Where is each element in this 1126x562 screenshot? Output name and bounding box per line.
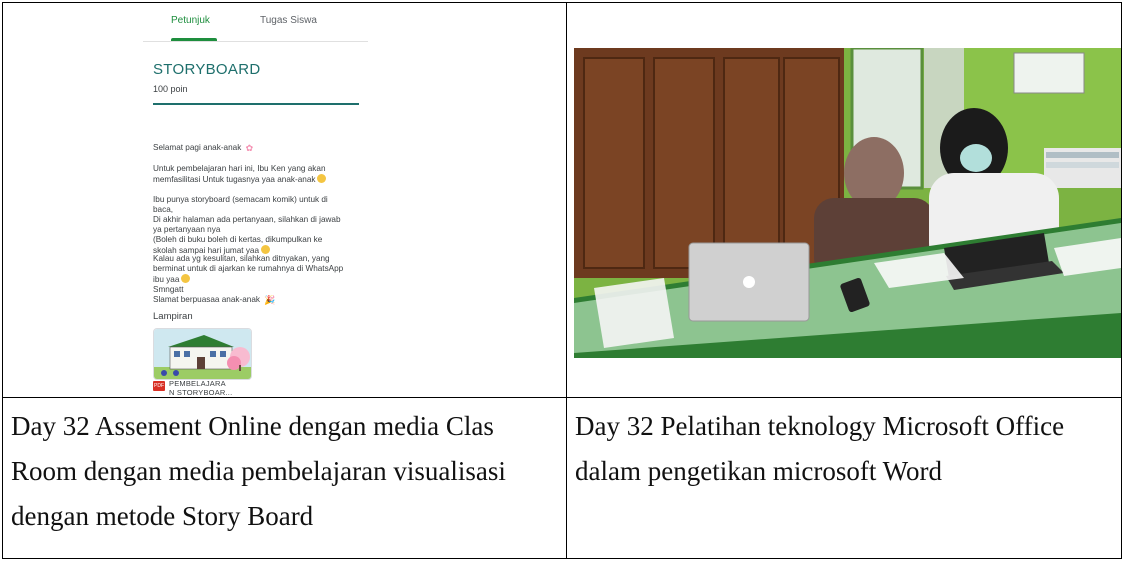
flower-icon: ✿ [245,143,254,153]
instruction-para-2: Ibu punya storyboard (semacam komik) unt… [153,195,368,256]
attachments-heading: Lampiran [153,311,193,322]
instruction-para-3: Kalau ada yg kesulitan, silahkan ditnyak… [153,254,368,285]
attachment-filename: PEMBELAJARA N STORYBOAR... [169,379,233,397]
party-popper-icon: 🎉 [264,295,276,305]
caption-right: Day 32 Pelatihan teknology Microsoft Off… [566,397,1122,559]
storyboard-thumbnail-image [154,329,251,379]
greeting-text: Selamat pagi anak-anak [153,143,242,152]
tab-tugas-siswa[interactable]: Tugas Siswa [260,15,317,26]
training-photo-container [567,3,1121,395]
left-image-cell: Petunjuk Tugas Siswa STORYBOARD 100 poin… [2,2,567,398]
classroom-screenshot: Petunjuk Tugas Siswa STORYBOARD 100 poin… [3,3,566,397]
instruction-para-1: Untuk pembelajaran hari ini, Ibu Ken yan… [153,164,368,185]
smile-icon [261,245,271,254]
training-photo [574,48,1121,358]
smile-icon [181,274,191,283]
document-table: Petunjuk Tugas Siswa STORYBOARD 100 poin… [2,2,1122,559]
para2-text: Ibu punya storyboard (semacam komik) unt… [153,195,341,255]
tab-bar: Petunjuk Tugas Siswa [143,9,368,42]
assignment-points: 100 poin [153,84,188,94]
active-tab-indicator [171,38,217,41]
right-image-cell [566,2,1122,398]
para4-text: Smngatt Slamat berpuasaa anak-anak [153,285,260,304]
instruction-para-4: Smngatt Slamat berpuasaa anak-anak 🎉 [153,285,368,305]
caption-left: Day 32 Assement Online dengan media Clas… [2,397,567,559]
assignment-title: STORYBOARD [153,61,261,78]
tab-petunjuk[interactable]: Petunjuk [171,15,210,26]
greeting-line: Selamat pagi anak-anak ✿ [153,143,368,153]
attachment-thumbnail[interactable] [153,328,252,380]
title-divider [153,103,359,105]
smile-icon [317,174,327,183]
para1-text: Untuk pembelajaran hari ini, Ibu Ken yan… [153,164,326,184]
pdf-icon: PDF [153,381,165,391]
